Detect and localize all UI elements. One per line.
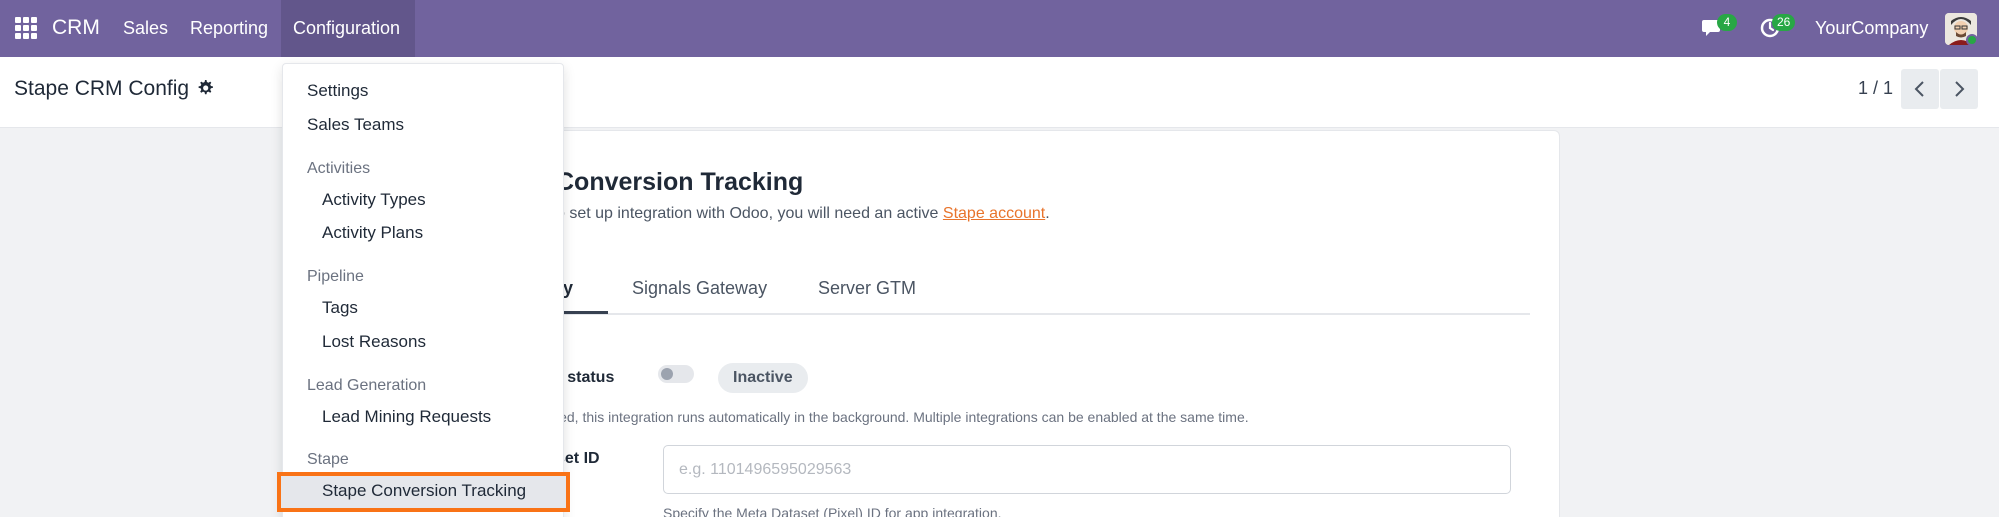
pager-next-button[interactable]: [1940, 69, 1978, 109]
stape-account-link[interactable]: Stape account: [943, 205, 1045, 222]
menu-header-pipeline: Pipeline: [307, 268, 364, 285]
menu-item-stape-conversion-tracking[interactable]: Stape Conversion Tracking: [322, 481, 526, 501]
app-brand[interactable]: CRM: [52, 16, 100, 40]
company-switcher[interactable]: YourCompany: [1815, 18, 1928, 39]
gear-icon[interactable]: [196, 79, 214, 97]
menu-item-lost-reasons[interactable]: Lost Reasons: [322, 332, 426, 352]
toggle-knob: [661, 368, 673, 380]
online-status-dot: [1966, 34, 1978, 46]
menu-header-activities: Activities: [307, 160, 371, 177]
pager-value[interactable]: 1 / 1: [1858, 78, 1893, 99]
menu-reporting[interactable]: Reporting: [190, 18, 268, 39]
menu-item-sales-teams[interactable]: Sales Teams: [307, 115, 404, 135]
menu-item-activity-plans[interactable]: Activity Plans: [322, 223, 423, 243]
tab-signals-gateway[interactable]: Signals Gateway: [632, 278, 767, 299]
menu-item-activity-types[interactable]: Activity Types: [322, 190, 426, 210]
apps-grid-icon[interactable]: [15, 17, 37, 39]
card-description: o set up integration with Odoo, you will…: [556, 205, 1050, 223]
menu-item-lead-mining[interactable]: Lead Mining Requests: [322, 407, 491, 427]
card-title: Conversion Tracking: [556, 168, 804, 196]
top-navbar: CRM Sales Reporting Configuration 4 26 Y…: [0, 0, 1999, 57]
card-description-text: o set up integration with Odoo, you will…: [556, 205, 943, 222]
card-description-suffix: .: [1045, 205, 1050, 222]
chevron-right-icon: [1955, 81, 1965, 97]
status-badge: Inactive: [718, 363, 808, 393]
activities-count-badge: 26: [1772, 14, 1796, 31]
integration-status-help: led, this integration runs automatically…: [556, 409, 1249, 425]
chevron-left-icon: [1914, 81, 1924, 97]
dataset-id-help: Specify the Meta Dataset (Pixel) ID for …: [663, 505, 1002, 517]
tab-server-gtm[interactable]: Server GTM: [818, 278, 916, 299]
menu-item-tags[interactable]: Tags: [322, 298, 358, 318]
dataset-id-input[interactable]: [663, 445, 1511, 494]
integration-status-toggle[interactable]: [658, 365, 694, 383]
menu-header-lead-generation: Lead Generation: [307, 377, 427, 394]
page-title: Stape CRM Config: [14, 77, 190, 100]
pager-previous-button[interactable]: [1901, 69, 1939, 109]
menu-sales[interactable]: Sales: [123, 18, 168, 39]
messages-count-badge: 4: [1717, 14, 1737, 31]
menu-header-stape: Stape: [307, 451, 349, 468]
tabs-divider: [547, 313, 1530, 315]
menu-item-settings[interactable]: Settings: [307, 81, 368, 101]
menu-configuration[interactable]: Configuration: [293, 18, 400, 39]
